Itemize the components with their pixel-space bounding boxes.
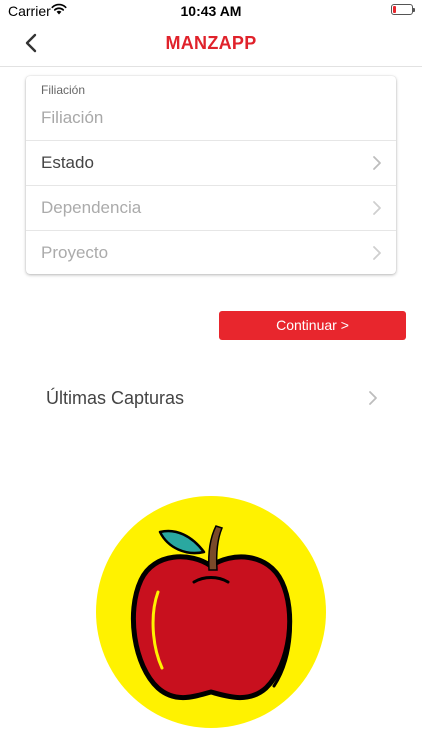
apple-logo: [96, 496, 326, 728]
clock: 10:43 AM: [180, 3, 242, 19]
chevron-right-icon: [373, 156, 381, 170]
estado-row[interactable]: Estado: [26, 141, 396, 185]
chevron-right-icon: [373, 246, 381, 260]
chevron-right-icon: [369, 391, 377, 405]
dependencia-row[interactable]: Dependencia: [26, 186, 396, 230]
continue-button[interactable]: Continuar >: [219, 311, 406, 340]
dependencia-label: Dependencia: [41, 198, 142, 217]
battery-level: [393, 6, 396, 13]
navigation-bar: MANZAPP: [0, 24, 422, 67]
ultimas-capturas-row[interactable]: Últimas Capturas: [30, 378, 392, 418]
status-bar: Carrier 10:43 AM: [0, 0, 422, 24]
ultimas-capturas-label: Últimas Capturas: [46, 388, 185, 408]
filiacion-field-label: Filiación: [41, 83, 86, 97]
filiacion-input[interactable]: [41, 104, 381, 132]
proyecto-row[interactable]: Proyecto: [26, 231, 396, 275]
filiation-form-card: Filiación Estado Dependencia Proyecto: [26, 76, 396, 274]
estado-label: Estado: [41, 153, 94, 172]
proyecto-label: Proyecto: [41, 243, 109, 262]
chevron-right-icon: [373, 201, 381, 215]
page-title: MANZAPP: [165, 33, 257, 53]
battery-icon: [391, 4, 415, 15]
